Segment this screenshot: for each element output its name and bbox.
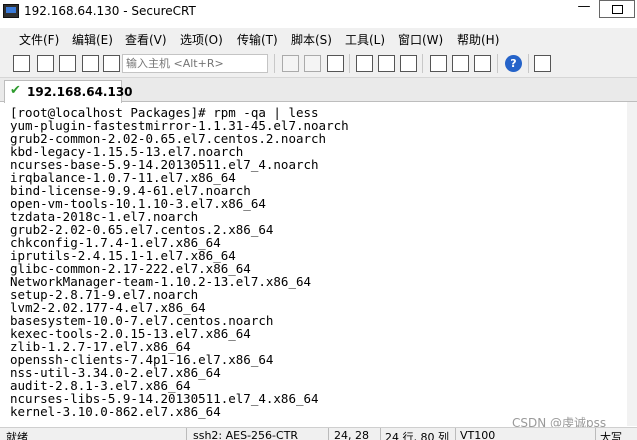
status-caps: 大写 xyxy=(600,431,622,440)
disconnect-icon[interactable] xyxy=(103,55,120,72)
toolbar-separator xyxy=(422,54,423,73)
minimize-button[interactable]: — xyxy=(571,0,597,18)
connect-icon[interactable] xyxy=(13,55,30,72)
help-icon[interactable]: ? xyxy=(505,55,522,72)
session-options-icon[interactable] xyxy=(430,55,447,72)
status-divider xyxy=(595,428,596,440)
copy-icon[interactable] xyxy=(282,55,299,72)
securecrt-app-icon xyxy=(3,4,19,18)
status-divider xyxy=(380,428,381,440)
toolbar-separator xyxy=(274,54,275,73)
tab-label: 192.168.64.130 xyxy=(27,85,133,99)
paste-icon[interactable] xyxy=(304,55,321,72)
status-ready: 就绪 xyxy=(6,431,28,440)
global-options-icon[interactable] xyxy=(452,55,469,72)
menu-file[interactable]: 文件(F) xyxy=(19,31,59,48)
quick-connect-icon[interactable] xyxy=(37,55,54,72)
menu-edit[interactable]: 编辑(E) xyxy=(72,31,113,48)
terminal-scrollbar[interactable] xyxy=(627,102,637,426)
status-rows-cols: 24 行, 80 列 xyxy=(385,431,449,440)
toolbar-separator xyxy=(497,54,498,73)
toolbar-separator xyxy=(349,54,350,73)
status-bar: 就绪 ssh2: AES-256-CTR 24, 28 24 行, 80 列 V… xyxy=(0,427,637,440)
status-protocol: ssh2: AES-256-CTR xyxy=(193,429,299,440)
connect-in-tab-icon[interactable] xyxy=(59,55,76,72)
menu-options[interactable]: 选项(O) xyxy=(180,31,223,48)
window-title: 192.168.64.130 - SecureCRT xyxy=(24,4,196,18)
menu-script[interactable]: 脚本(S) xyxy=(291,31,332,48)
session-tab-strip: ✔ 192.168.64.130 xyxy=(0,78,637,103)
reconnect-icon[interactable] xyxy=(82,55,99,72)
sftp-icon[interactable] xyxy=(534,55,551,72)
host-input[interactable] xyxy=(122,54,268,73)
print-icon[interactable] xyxy=(400,55,417,72)
menu-help[interactable]: 帮助(H) xyxy=(457,31,499,48)
menu-window[interactable]: 窗口(W) xyxy=(398,31,443,48)
print-selection-icon[interactable] xyxy=(378,55,395,72)
menu-view[interactable]: 查看(V) xyxy=(125,31,167,48)
status-terminal-type: VT100 xyxy=(460,429,496,440)
status-divider xyxy=(186,428,187,440)
terminal-output[interactable]: [root@localhost Packages]# rpm -qa | les… xyxy=(8,106,627,426)
find-icon[interactable] xyxy=(327,55,344,72)
toolbar-separator xyxy=(528,54,529,73)
menu-transfer[interactable]: 传输(T) xyxy=(237,31,278,48)
restore-button[interactable] xyxy=(599,0,635,18)
menu-bar: 文件(F) 编辑(E) 查看(V) 选项(O) 传输(T) 脚本(S) 工具(L… xyxy=(0,28,637,50)
menu-tools[interactable]: 工具(L) xyxy=(345,31,385,48)
key-icon[interactable] xyxy=(474,55,491,72)
status-divider xyxy=(455,428,456,440)
terminal-line: kernel-3.10.0-862.el7.x86_64 xyxy=(10,404,221,419)
toolbar: ? xyxy=(0,50,637,78)
title-bar: 192.168.64.130 - SecureCRT — xyxy=(0,0,637,28)
tab-session-192-168-64-130[interactable]: ✔ 192.168.64.130 xyxy=(4,80,133,103)
status-divider xyxy=(328,428,329,440)
check-icon: ✔ xyxy=(10,83,21,98)
print-screen-icon[interactable] xyxy=(356,55,373,72)
status-cursor-position: 24, 28 xyxy=(334,429,369,440)
